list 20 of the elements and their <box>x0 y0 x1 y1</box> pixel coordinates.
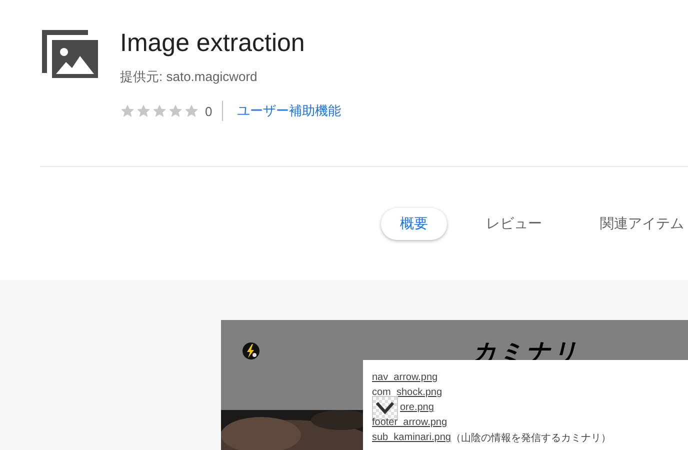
file-note: （山陰の情報を発信するカミナリ） <box>450 432 611 444</box>
provider-label: 提供元: sato.magicword <box>120 68 258 86</box>
file-link[interactable]: com_shock.png <box>372 387 442 398</box>
tab[interactable]: 関連アイテム <box>581 208 688 240</box>
rating-count: 0 <box>205 104 212 118</box>
star-icon <box>136 104 151 118</box>
star-icon <box>152 104 167 118</box>
tab[interactable]: レビュー <box>467 208 561 240</box>
file-link[interactable]: nav_arrow.png <box>372 372 438 383</box>
file-link[interactable]: ore.png <box>400 402 434 413</box>
extension-title: Image extraction <box>120 28 306 58</box>
star-icon <box>168 104 183 118</box>
star-icon <box>184 104 199 118</box>
file-link[interactable]: footer_arrow.png <box>372 417 448 428</box>
category-link[interactable]: ユーザー補助機能 <box>237 102 342 120</box>
star-icon <box>120 104 135 118</box>
tab[interactable]: 概要 <box>381 208 447 240</box>
lightning-logo-icon <box>242 342 260 360</box>
file-link[interactable]: sub_kaminari.png <box>372 432 451 443</box>
image-icon <box>42 30 98 78</box>
